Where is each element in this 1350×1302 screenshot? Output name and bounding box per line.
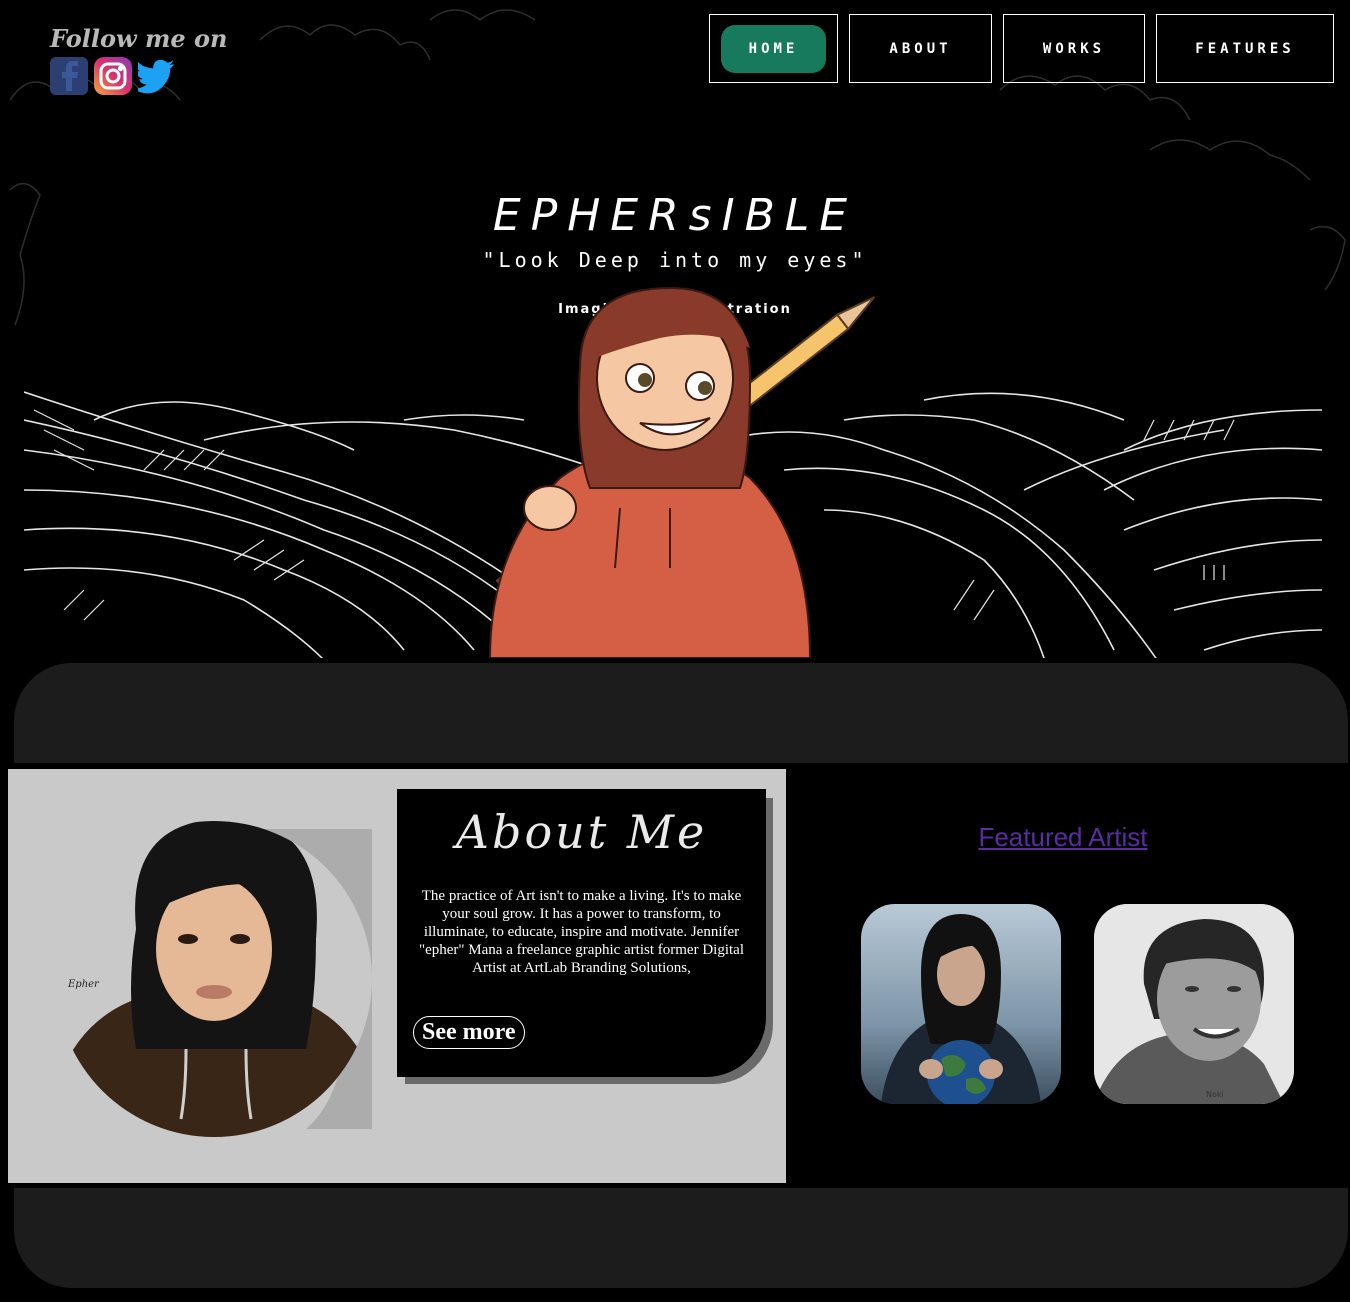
nav-home[interactable]: HOME bbox=[709, 14, 838, 83]
artist-2-watermark: Noki bbox=[1206, 1090, 1224, 1099]
about-portrait: Epher bbox=[56, 821, 372, 1137]
twitter-icon[interactable] bbox=[138, 57, 176, 95]
artist-1-image bbox=[881, 914, 1041, 1104]
featured-artist-link[interactable]: Featured Artist bbox=[786, 822, 1340, 853]
featured-artist-2[interactable]: Noki bbox=[1094, 904, 1294, 1104]
follow-me-label: Follow me on bbox=[50, 24, 228, 53]
social-links bbox=[50, 57, 227, 95]
facebook-icon[interactable] bbox=[50, 57, 88, 95]
section-band-bottom bbox=[14, 1188, 1348, 1288]
hero-section: EPHERsIBLE "Look Deep into my eyes" Imag… bbox=[0, 0, 1350, 660]
section-band-top bbox=[14, 663, 1348, 763]
about-card: About Me The practice of Art isn't to ma… bbox=[397, 789, 766, 1077]
nav-about[interactable]: ABOUT bbox=[849, 14, 992, 83]
follow-me-section: Follow me on bbox=[50, 24, 227, 95]
about-title: About Me bbox=[455, 805, 708, 859]
featured-artist-1[interactable] bbox=[861, 904, 1061, 1104]
artist-2-image: Noki bbox=[1094, 904, 1294, 1104]
main-nav: HOME ABOUT WORKS FEATURES bbox=[709, 14, 1334, 83]
nav-features[interactable]: FEATURES bbox=[1156, 14, 1334, 83]
about-body: The practice of Art isn't to make a livi… bbox=[418, 888, 744, 976]
see-more-button[interactable]: See more bbox=[413, 1016, 525, 1049]
brand-title: EPHERsIBLE bbox=[492, 190, 858, 241]
portrait-signature: Epher bbox=[67, 979, 100, 990]
nav-works[interactable]: WORKS bbox=[1003, 14, 1145, 83]
hero-character-illustration bbox=[488, 286, 876, 658]
nav-home-label: HOME bbox=[720, 24, 827, 73]
instagram-icon[interactable] bbox=[94, 57, 132, 95]
